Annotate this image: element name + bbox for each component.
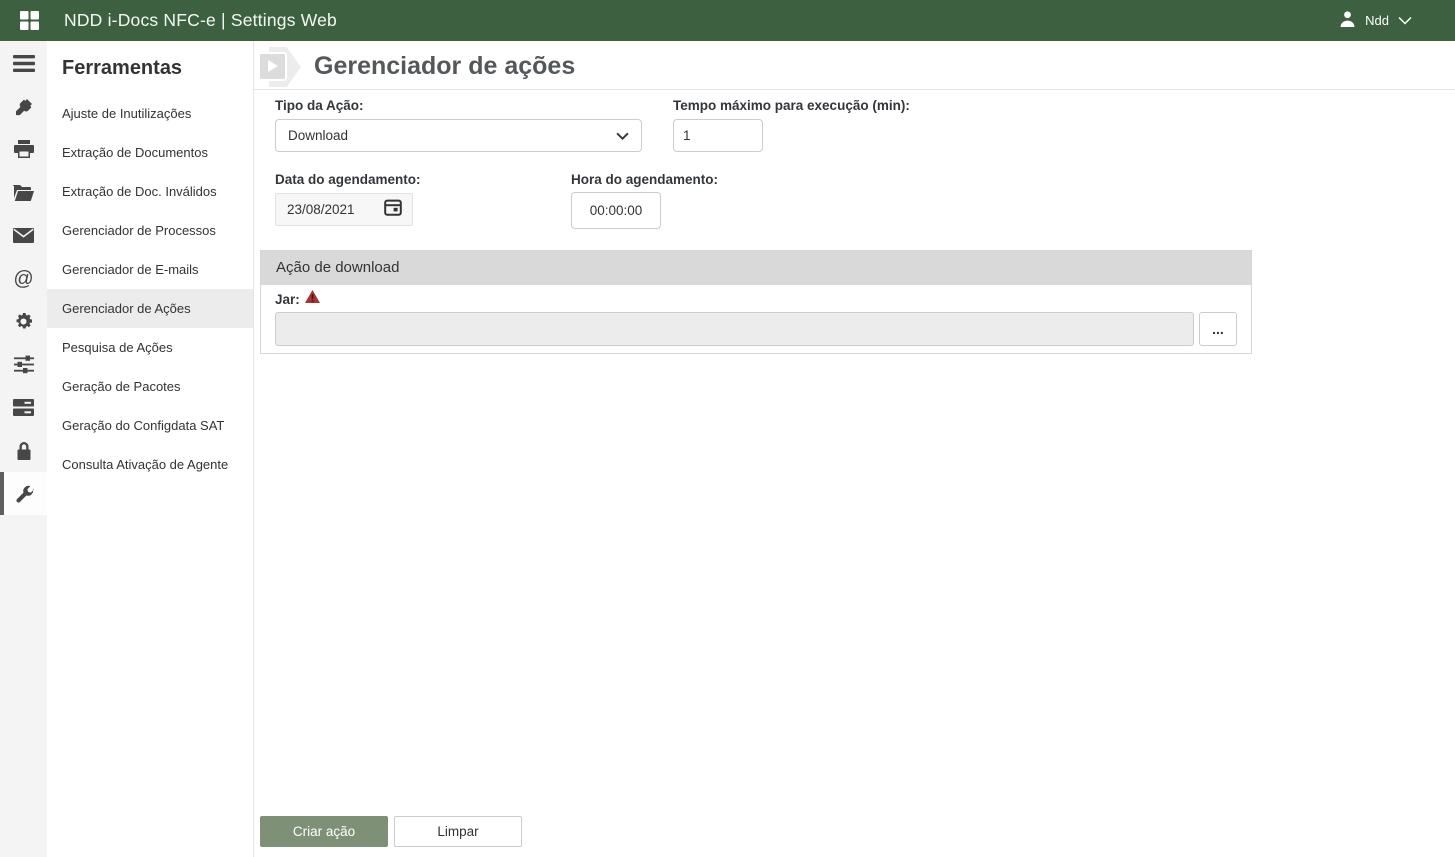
rail-item-at[interactable]: @ (0, 257, 47, 300)
gear-icon (13, 311, 34, 332)
tipo-acao-label: Tipo da Ação: (275, 98, 364, 113)
plug-icon (14, 97, 34, 117)
tipo-acao-selected-value: Download (288, 128, 616, 143)
folder-open-icon (13, 184, 34, 201)
tipo-acao-select[interactable]: Download (275, 119, 642, 152)
hora-agendamento-label: Hora do agendamento: (571, 172, 718, 187)
tempo-maximo-input[interactable] (673, 119, 763, 152)
printer-icon (14, 140, 34, 159)
rail-item-sliders[interactable] (0, 343, 47, 386)
acao-download-panel-title: Ação de download (261, 251, 1251, 285)
rail-item-plug[interactable] (0, 85, 47, 128)
rail-item-lock[interactable] (0, 429, 47, 472)
at-icon: @ (13, 269, 33, 289)
data-agendamento-picker[interactable]: 23/08/2021 (275, 193, 413, 226)
calendar-icon[interactable] (384, 198, 402, 221)
mail-icon (13, 228, 34, 243)
main-content: Gerenciador de ações Tipo da Ação: Downl… (254, 41, 1455, 857)
menu-icon (13, 55, 35, 72)
hora-agendamento-input[interactable] (571, 192, 661, 229)
jar-path-input (275, 312, 1194, 346)
rail-item-wrench[interactable] (0, 472, 47, 515)
rail-item-gear[interactable] (0, 300, 47, 343)
chevron-down-icon (1398, 12, 1412, 30)
server-icon (13, 399, 34, 416)
rail-item-folder[interactable] (0, 171, 47, 214)
select-chevron-down-icon (616, 127, 629, 145)
sidebar-ferramentas: Ferramentas Ajuste de Inutilizações Extr… (47, 41, 254, 857)
sidebar-item-ajuste-inutilizacoes[interactable]: Ajuste de Inutilizações (47, 94, 253, 133)
user-icon (1339, 10, 1356, 32)
sidebar-item-extracao-doc-invalidos[interactable]: Extração de Doc. Inválidos (47, 172, 253, 211)
apps-grid-icon[interactable] (20, 11, 40, 31)
criar-acao-button[interactable]: Criar ação (260, 816, 388, 847)
tempo-maximo-label: Tempo máximo para execução (min): (673, 98, 910, 113)
sidebar-item-extracao-documentos[interactable]: Extração de Documentos (47, 133, 253, 172)
page-title: Gerenciador de ações (314, 52, 575, 81)
data-agendamento-label: Data do agendamento: (275, 172, 421, 187)
sliders-icon (14, 355, 34, 374)
icon-rail: @ (0, 41, 47, 857)
rail-item-server[interactable] (0, 386, 47, 429)
acao-download-panel: Ação de download Jar: ... (260, 250, 1252, 354)
sidebar-item-pesquisa-acoes[interactable]: Pesquisa de Ações (47, 328, 253, 367)
sidebar-item-gerenciador-acoes[interactable]: Gerenciador de Ações (47, 289, 253, 328)
rail-item-printer[interactable] (0, 128, 47, 171)
browse-jar-button[interactable]: ... (1199, 312, 1237, 346)
user-menu[interactable]: Ndd (1339, 10, 1412, 32)
user-name: Ndd (1365, 13, 1389, 28)
sidebar-item-geracao-pacotes[interactable]: Geração de Pacotes (47, 367, 253, 406)
warning-icon (305, 290, 320, 308)
sidebar-item-consulta-ativacao-agente[interactable]: Consulta Ativação de Agente (47, 445, 253, 484)
play-action-icon (256, 45, 304, 87)
wrench-icon (14, 484, 34, 504)
sidebar-item-gerenciador-emails[interactable]: Gerenciador de E-mails (47, 250, 253, 289)
page-header: Gerenciador de ações (254, 41, 1455, 90)
sidebar-title: Ferramentas (47, 41, 253, 94)
sidebar-item-gerenciador-processos[interactable]: Gerenciador de Processos (47, 211, 253, 250)
top-bar: NDD i-Docs NFC-e | Settings Web Ndd (0, 0, 1455, 41)
data-agendamento-value: 23/08/2021 (287, 202, 384, 217)
limpar-button[interactable]: Limpar (394, 816, 522, 847)
app-title: NDD i-Docs NFC-e | Settings Web (64, 10, 337, 31)
jar-label: Jar: (275, 292, 300, 307)
lock-icon (15, 441, 33, 461)
rail-item-mail[interactable] (0, 214, 47, 257)
rail-item-menu[interactable] (0, 42, 47, 85)
sidebar-item-geracao-configdata-sat[interactable]: Geração do Configdata SAT (47, 406, 253, 445)
